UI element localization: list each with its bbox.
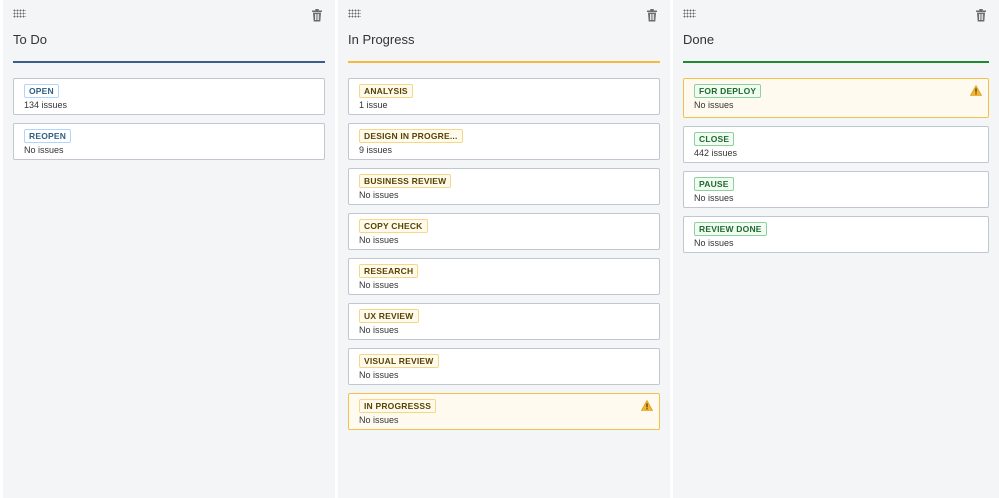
status-card-in-progresss[interactable]: IN PROGRESSS No issues [348, 393, 660, 430]
issue-count: 1 issue [359, 100, 388, 110]
status-card-design-in-progress[interactable]: DESIGN IN PROGRE... 9 issues [348, 123, 660, 160]
issue-count: No issues [694, 100, 734, 110]
warning-icon[interactable] [970, 85, 983, 96]
status-lozenge: DESIGN IN PROGRE... [359, 129, 463, 143]
issue-count: No issues [359, 370, 399, 380]
status-card-review-done[interactable]: REVIEW DONE No issues [683, 216, 990, 253]
issue-count: No issues [359, 325, 399, 335]
status-card-analysis[interactable]: ANALYSIS 1 issue [348, 78, 660, 115]
column-to-do: To Do OPEN 134 issues REOPEN No issues [3, 0, 335, 498]
issue-count: No issues [359, 280, 399, 290]
drag-handle-icon[interactable] [13, 9, 26, 18]
column-in-progress: In Progress ANALYSIS 1 issue DESIGN IN P… [338, 0, 670, 498]
status-card-reopen[interactable]: REOPEN No issues [13, 123, 325, 160]
status-card-pause[interactable]: PAUSE No issues [683, 171, 990, 208]
issue-count: No issues [359, 415, 399, 425]
status-lozenge: UX REVIEW [359, 309, 419, 323]
column-title: Done [683, 32, 715, 47]
status-card-open[interactable]: OPEN 134 issues [13, 78, 325, 115]
trash-icon[interactable] [311, 9, 323, 22]
issue-count: No issues [359, 235, 399, 245]
warning-icon[interactable] [641, 400, 653, 411]
column-divider [13, 61, 325, 63]
status-lozenge: COPY CHECK [359, 219, 428, 233]
column-divider [348, 61, 660, 63]
trash-icon[interactable] [975, 9, 987, 22]
issue-count: No issues [694, 238, 734, 248]
status-card-for-deploy[interactable]: FOR DEPLOY No issues [683, 78, 990, 118]
workflow-board: To Do OPEN 134 issues REOPEN No issues I… [0, 0, 999, 498]
column-title: In Progress [348, 32, 415, 47]
status-card-ux-review[interactable]: UX REVIEW No issues [348, 303, 660, 340]
status-lozenge: PAUSE [694, 177, 734, 191]
status-lozenge: REOPEN [24, 129, 72, 143]
status-lozenge: IN PROGRESSS [359, 399, 437, 413]
status-lozenge: BUSINESS REVIEW [359, 174, 452, 188]
status-lozenge: VISUAL REVIEW [359, 354, 439, 368]
trash-icon[interactable] [646, 9, 658, 22]
issue-count: 9 issues [359, 145, 393, 155]
issue-count: No issues [694, 193, 734, 203]
status-lozenge: OPEN [24, 84, 59, 98]
status-card-research[interactable]: RESEARCH No issues [348, 258, 660, 295]
status-list: OPEN 134 issues REOPEN No issues [13, 78, 325, 168]
issue-count: 134 issues [24, 100, 68, 110]
issue-count: No issues [24, 145, 64, 155]
issue-count: 442 issues [694, 148, 738, 158]
status-card-visual-review[interactable]: VISUAL REVIEW No issues [348, 348, 660, 385]
status-list: FOR DEPLOY No issues CLOSE 442 issues PA… [683, 78, 990, 261]
status-lozenge: RESEARCH [359, 264, 419, 278]
column-header: To Do [3, 0, 335, 63]
status-lozenge: FOR DEPLOY [694, 84, 762, 98]
issue-count: No issues [359, 190, 399, 200]
status-lozenge: REVIEW DONE [694, 222, 767, 236]
status-list: ANALYSIS 1 issue DESIGN IN PROGRE... 9 i… [348, 78, 660, 438]
column-divider [683, 61, 990, 63]
status-lozenge: CLOSE [694, 132, 735, 146]
status-card-business-review[interactable]: BUSINESS REVIEW No issues [348, 168, 660, 205]
column-header: In Progress [338, 0, 670, 63]
column-header: Done [673, 0, 999, 63]
status-card-copy-check[interactable]: COPY CHECK No issues [348, 213, 660, 250]
status-lozenge: ANALYSIS [359, 84, 413, 98]
drag-handle-icon[interactable] [348, 9, 361, 18]
column-done: Done FOR DEPLOY No issues CLOSE 442 issu… [673, 0, 999, 498]
column-title: To Do [13, 32, 47, 47]
drag-handle-icon[interactable] [683, 9, 696, 18]
status-card-close[interactable]: CLOSE 442 issues [683, 126, 990, 163]
